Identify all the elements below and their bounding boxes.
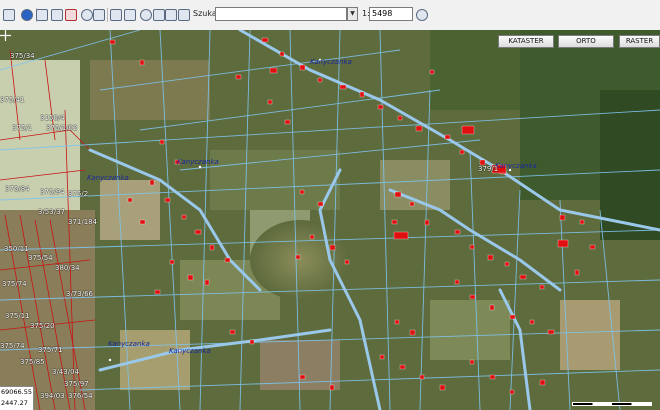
measure-area-icon[interactable] xyxy=(51,9,63,21)
zoom-to-scale-icon[interactable] xyxy=(416,9,428,21)
coordinate-readout: 69066.55 2447.27 xyxy=(0,386,34,410)
export-icon[interactable] xyxy=(124,9,136,21)
scale-input[interactable]: 5498 xyxy=(369,7,413,21)
map-label-stream: Kanyczanka xyxy=(177,158,219,166)
plot-number: 394/03 xyxy=(40,392,65,400)
orthophoto-layer xyxy=(0,30,660,410)
plot-number: 375/84 xyxy=(5,185,30,193)
map-label-stream: Kanyczanka xyxy=(169,347,211,355)
layer-button-orto[interactable]: ORTO xyxy=(558,35,614,48)
crosshair-icon xyxy=(0,30,11,41)
toolbar-separator xyxy=(107,8,108,22)
map-label-road: Kanyczanka xyxy=(495,162,537,170)
globe-icon[interactable] xyxy=(81,9,93,21)
full-extent-icon[interactable] xyxy=(3,9,15,21)
coord-y: 2447.27 xyxy=(1,399,28,407)
plot-number: 375/20 xyxy=(30,322,55,330)
settings-icon[interactable] xyxy=(93,9,105,21)
plot-number: 375/54 xyxy=(28,254,53,262)
layer-button-raster[interactable]: RASTER xyxy=(619,35,660,48)
plot-number: 380/34 xyxy=(55,264,80,272)
print-preview-icon[interactable] xyxy=(153,9,165,21)
map-label-stream: Kanyczanka xyxy=(108,340,150,348)
plot-number: 375/1 xyxy=(12,124,33,132)
plot-number: 375/94 xyxy=(40,188,65,196)
plot-number: 375/71 xyxy=(38,346,63,354)
plot-number: 375/41 xyxy=(0,96,25,104)
plot-number: 375/11 xyxy=(5,312,30,320)
plot-number: 3/53/37 xyxy=(38,208,65,216)
scale-bar xyxy=(572,402,652,406)
plot-number: 375/1/02 xyxy=(46,124,78,132)
search-input[interactable] xyxy=(215,7,347,21)
profile-icon[interactable] xyxy=(36,9,48,21)
search-dropdown-button[interactable]: ▼ xyxy=(347,7,358,21)
plot-number: 375/34 xyxy=(10,52,35,60)
save-icon[interactable] xyxy=(165,9,177,21)
plot-number: 379/1 xyxy=(478,165,499,173)
plot-number: 375/97 xyxy=(64,380,89,388)
plot-number: 375/85 xyxy=(20,358,45,366)
map-label-road: Kanyczanka xyxy=(310,58,352,66)
plot-number: 3150/4 xyxy=(40,114,65,122)
plot-number: 376/54 xyxy=(68,392,93,400)
map-canvas[interactable]: Kanyczanka Kanyczanka Kanyczanka Kanycza… xyxy=(0,30,660,410)
plot-number: 375/2 xyxy=(68,190,89,198)
info-icon[interactable] xyxy=(21,9,33,21)
plot-number: 371/184 xyxy=(68,218,98,226)
plot-number: 350/11 xyxy=(4,245,29,253)
layer-button-kataster[interactable]: KATASTER xyxy=(498,35,554,48)
clear-icon[interactable] xyxy=(65,9,77,21)
map-label-stream: Kanyczanka xyxy=(87,174,129,182)
toolbar: Szukaj: ▼ 1: 5498 xyxy=(0,0,660,31)
link-icon[interactable] xyxy=(110,9,122,21)
plot-number: 375/74 xyxy=(0,342,25,350)
plot-number: 3/43/04 xyxy=(52,368,79,376)
coord-x: 69066.55 xyxy=(1,388,33,396)
zoom-search-icon[interactable] xyxy=(140,9,152,21)
plot-number: 375/74 xyxy=(2,280,27,288)
edit-icon[interactable] xyxy=(178,9,190,21)
plot-number: 3/73/66 xyxy=(66,290,93,298)
